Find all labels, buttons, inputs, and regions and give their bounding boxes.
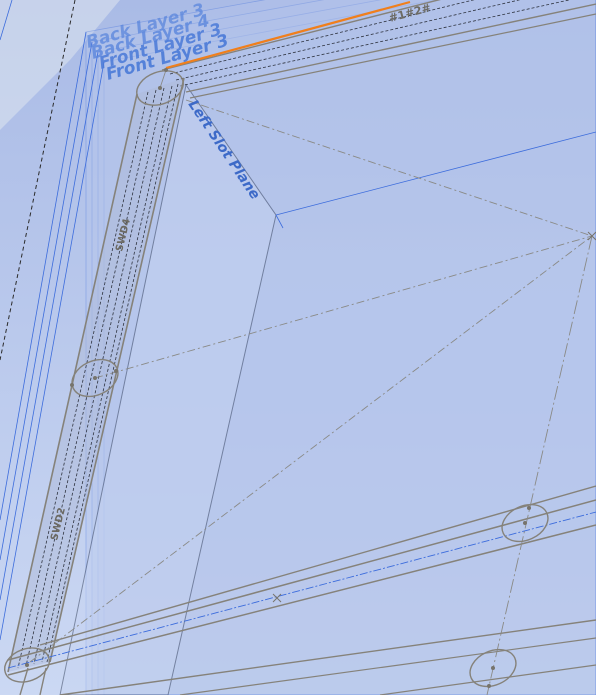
cad-graphics-area[interactable]: #1#2# SWD4 SWD2 Back Layer 3 Back Layer …	[0, 0, 596, 695]
sketch-point[interactable]	[93, 376, 97, 380]
cad-viewport[interactable]: #1#2# SWD4 SWD2 Back Layer 3 Back Layer …	[0, 0, 596, 695]
sketch-point[interactable]	[527, 506, 531, 510]
sketch-point[interactable]	[523, 521, 527, 525]
sketch-point[interactable]	[491, 666, 495, 670]
sketch-point[interactable]	[487, 684, 491, 688]
sketch-point[interactable]	[114, 369, 118, 373]
sketch-point[interactable]	[25, 663, 29, 667]
sketch-point[interactable]	[70, 383, 74, 387]
sketch-point[interactable]	[158, 86, 162, 90]
